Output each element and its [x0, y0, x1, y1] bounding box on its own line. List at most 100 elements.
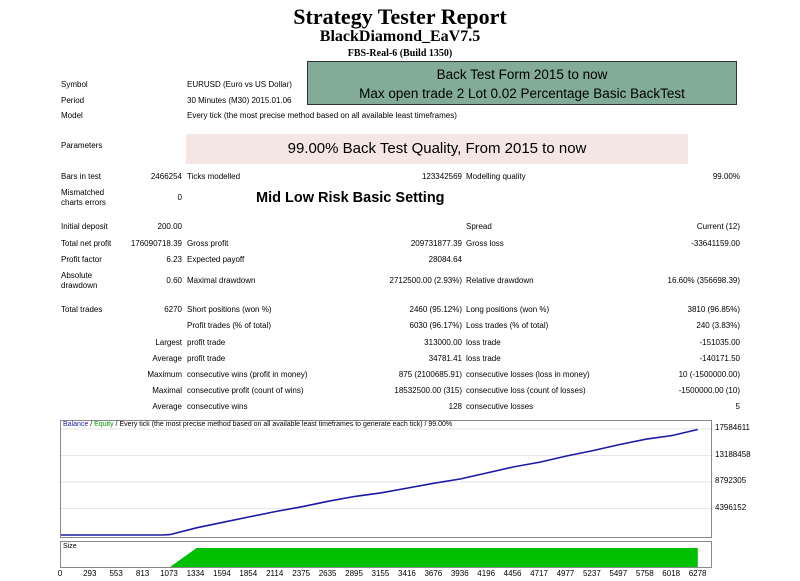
backtest-banner: Back Test Form 2015 to now Max open trad…: [307, 61, 737, 105]
x-tick-label: 6278: [688, 569, 707, 578]
x-tick-label: 5497: [609, 569, 628, 578]
relative-drawdown-value: 16.60% (356698.39): [667, 276, 741, 285]
average-label: Average: [152, 354, 182, 363]
x-tick-label: 1334: [186, 569, 205, 578]
average-profit-label: profit trade: [187, 354, 226, 363]
y-tick-label: 8792305: [715, 476, 747, 485]
symbol-value: EURUSD (Euro vs US Dollar): [187, 80, 292, 89]
model-value: Every tick (the most precise method base…: [187, 111, 457, 120]
x-tick-label: 3155: [371, 569, 390, 578]
gross-profit-value: 209731877.39: [410, 239, 462, 248]
ea-name: BlackDiamond_EaV7.5: [319, 28, 481, 45]
x-tick-label: 1854: [239, 569, 258, 578]
banner-line-1: Back Test Form 2015 to now: [436, 67, 608, 82]
total-trades-label: Total trades: [61, 305, 103, 314]
max-consecutive-loss-label: consecutive loss (count of losses): [466, 386, 586, 395]
ticks-label: Ticks modelled: [187, 172, 241, 181]
size-panel: Size: [60, 541, 712, 568]
max-consecutive-profit-value: 18532500.00 (315): [394, 386, 462, 395]
long-positions-value: 3810 (96.85%): [687, 305, 740, 314]
size-label: Size: [63, 543, 77, 550]
legend-rest: / Every tick (the most precise method ba…: [113, 421, 453, 428]
max-consecutive-wins-label: consecutive wins (profit in money): [187, 370, 308, 379]
net-profit-value: 176090718.39: [130, 239, 182, 248]
quality-banner: 99.00% Back Test Quality, From 2015 to n…: [186, 134, 688, 164]
long-positions-label: Long positions (won %): [466, 305, 550, 314]
mismatch-label-1: Mismatched: [61, 188, 105, 197]
legend-balance: Balance: [63, 421, 89, 428]
legend-equity: Equity: [94, 421, 114, 428]
gross-loss-value: -33641159.00: [691, 239, 740, 248]
x-tick-label: 4717: [530, 569, 548, 578]
x-tick-label: 3416: [398, 569, 416, 578]
expected-payoff-value: 28084.64: [428, 255, 462, 264]
profit-factor-label: Profit factor: [61, 255, 102, 264]
avg-consecutive-losses-label: consecutive losses: [466, 402, 534, 411]
gross-loss-label: Gross loss: [466, 239, 504, 248]
x-tick-label: 1594: [212, 569, 231, 578]
spread-value: Current (12): [696, 222, 740, 231]
loss-trades-label: Loss trades (% of total): [466, 321, 549, 330]
max-consecutive-profit-label: consecutive profit (count of wins): [187, 386, 304, 395]
avg-consecutive-wins-label: consecutive wins: [187, 402, 248, 411]
x-tick-label: 813: [135, 569, 150, 578]
deposit-value: 200.00: [157, 222, 182, 231]
ticks-value: 123342569: [421, 172, 462, 181]
largest-loss-value: -151035.00: [699, 338, 740, 347]
mismatch-label-2: charts errors: [61, 198, 106, 207]
spread-label: Spread: [466, 222, 492, 231]
avg-consecutive-losses-value: 5: [735, 402, 740, 411]
average-loss-label: loss trade: [466, 354, 501, 363]
loss-trades-value: 240 (3.83%): [696, 321, 740, 330]
max-consecutive-loss-value: -1500000.00 (10): [678, 386, 740, 395]
x-tick-label: 5758: [635, 569, 654, 578]
average-loss-value: -140171.50: [699, 354, 740, 363]
model-label: Model: [61, 111, 83, 120]
x-tick-label: 4456: [503, 569, 522, 578]
relative-drawdown-label: Relative drawdown: [466, 276, 534, 285]
x-tick-label: 4196: [477, 569, 496, 578]
period-value: 30 Minutes (M30) 2015.01.06: [187, 96, 292, 105]
maximal-drawdown-label: Maximal drawdown: [187, 276, 256, 285]
x-tick-label: 2375: [292, 569, 311, 578]
y-tick-label: 4396152: [715, 502, 747, 512]
average-profit-value: 34781.41: [428, 354, 462, 363]
largest-loss-label: loss trade: [466, 338, 501, 347]
bars-value: 2466254: [150, 172, 182, 181]
balance-chart-svg: [61, 428, 711, 536]
max-consecutive-losses-label: consecutive losses (loss in money): [466, 370, 590, 379]
x-tick-label: 5237: [582, 569, 601, 578]
absolute-drawdown-value: 0.60: [166, 276, 182, 285]
max-consecutive-losses-value: 10 (-1500000.00): [678, 370, 740, 379]
total-trades-value: 6270: [164, 305, 182, 314]
banner-line-2: Max open trade 2 Lot 0.02 Percentage Bas…: [359, 86, 685, 101]
x-tick-label: 2114: [266, 569, 284, 578]
x-tick-label: 6018: [662, 569, 681, 578]
net-profit-label: Total net profit: [61, 239, 112, 248]
x-tick-label: 553: [109, 569, 123, 578]
profit-trades-value: 6030 (96.17%): [409, 321, 462, 330]
x-tick-label: 2895: [345, 569, 363, 578]
x-tick-label: 293: [83, 569, 97, 578]
short-positions-value: 2460 (95.12%): [409, 305, 462, 314]
expected-payoff-label: Expected payoff: [187, 255, 245, 264]
maximal-label: Maximal: [152, 386, 182, 395]
modelling-quality-label: Modelling quality: [466, 172, 526, 181]
size-panel-svg: [170, 548, 698, 567]
largest-profit-label: profit trade: [187, 338, 226, 347]
modelling-quality-value: 99.00%: [712, 172, 740, 181]
deposit-label: Initial deposit: [61, 222, 108, 231]
size-fill: [170, 548, 698, 567]
avg-consecutive-wins-value: 128: [448, 402, 462, 411]
maximum-label: Maximum: [147, 370, 182, 379]
max-consecutive-wins-value: 875 (2100685.91): [398, 370, 462, 379]
x-tick-label: 2635: [318, 569, 337, 578]
profit-trades-label: Profit trades (% of total): [187, 321, 272, 330]
risk-note: Mid Low Risk Basic Setting: [256, 190, 445, 206]
largest-profit-value: 313000.00: [424, 338, 462, 347]
maximal-drawdown-value: 2712500.00 (2.93%): [389, 276, 463, 285]
x-tick-label: 3936: [450, 569, 469, 578]
profit-factor-value: 6.23: [166, 255, 182, 264]
absolute-drawdown-label-2: drawdown: [61, 281, 98, 290]
symbol-label: Symbol: [61, 80, 88, 89]
